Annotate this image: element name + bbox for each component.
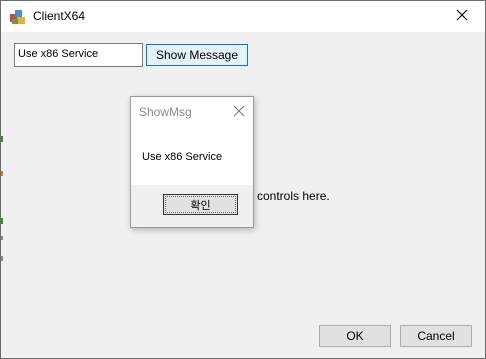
app-icon <box>9 8 27 26</box>
close-icon <box>456 9 468 24</box>
focus-rectangle <box>165 196 236 213</box>
service-input[interactable]: Use x86 Service <box>14 43 143 67</box>
close-button[interactable] <box>439 1 485 32</box>
window-title: ClientX64 <box>33 9 86 23</box>
window-edge-artifact <box>1 136 3 276</box>
hint-text: controls here. <box>257 189 330 203</box>
confirm-button[interactable]: 확인 <box>163 194 238 215</box>
dialog-close-button[interactable] <box>232 104 246 118</box>
dialog-message: Use x86 Service <box>142 151 223 163</box>
show-message-button[interactable]: Show Message <box>146 44 248 66</box>
cancel-button[interactable]: Cancel <box>400 325 472 347</box>
title-bar[interactable]: ClientX64 <box>1 1 485 32</box>
message-dialog: ShowMsg Use x86 Service 확인 <box>130 96 254 228</box>
dialog-footer: 확인 <box>131 185 253 227</box>
main-window: ClientX64 Use x86 Service Show Message c… <box>0 0 486 359</box>
dialog-title: ShowMsg <box>139 105 192 119</box>
ok-button[interactable]: OK <box>319 325 391 347</box>
dialog-close-icon <box>233 105 245 117</box>
